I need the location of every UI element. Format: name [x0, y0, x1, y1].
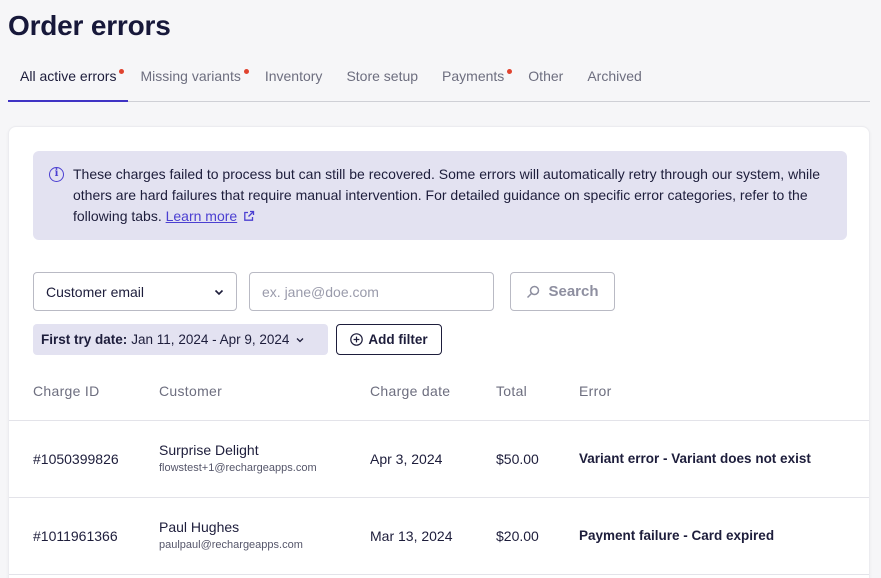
info-icon: i: [49, 167, 64, 182]
page-title: Order errors: [8, 10, 171, 41]
chevron-down-icon: [214, 289, 224, 295]
search-button[interactable]: Search: [510, 272, 615, 311]
external-link-icon[interactable]: [243, 210, 255, 222]
table-row[interactable]: #1050399826 Surprise Delight flowstest+1…: [9, 421, 869, 498]
notification-dot: [119, 69, 125, 74]
add-filter-button[interactable]: Add filter: [336, 324, 442, 355]
error-message: Variant error - Variant does not exist: [579, 451, 811, 466]
tab-bar: All active errors Missing variants Inven…: [8, 62, 870, 102]
date-filter-chip[interactable]: First try date: Jan 11, 2024 - Apr 9, 20…: [33, 324, 328, 355]
search-by-select[interactable]: Customer email: [33, 272, 237, 311]
tab-inventory[interactable]: Inventory: [253, 62, 335, 102]
notification-dot: [243, 69, 249, 74]
tab-label: Other: [528, 68, 564, 84]
tab-store-setup[interactable]: Store setup: [334, 62, 430, 102]
date-filter-label: First try date:: [41, 332, 128, 347]
errors-card: i These charges failed to process but ca…: [8, 126, 870, 578]
charge-date: Mar 13, 2024: [370, 528, 453, 544]
customer-cell: Paul Hughes paulpaul@rechargeapps.com: [159, 519, 303, 551]
add-filter-label: Add filter: [368, 332, 428, 347]
tab-label: Inventory: [264, 68, 323, 84]
column-header-charge-id[interactable]: Charge ID: [33, 383, 100, 399]
table-header: Charge ID Customer Charge date Total Err…: [9, 371, 869, 421]
charge-total: $50.00: [496, 451, 539, 467]
column-header-customer[interactable]: Customer: [159, 383, 222, 399]
customer-name[interactable]: Paul Hughes: [159, 519, 303, 535]
info-banner: i These charges failed to process but ca…: [33, 151, 847, 240]
customer-email: paulpaul@rechargeapps.com: [159, 539, 303, 551]
charge-date: Apr 3, 2024: [370, 451, 443, 467]
tab-missing-variants[interactable]: Missing variants: [128, 62, 252, 102]
charge-id[interactable]: #1050399826: [33, 451, 119, 467]
learn-more-link[interactable]: Learn more: [166, 208, 238, 224]
chevron-down-icon: [296, 337, 304, 342]
tab-payments[interactable]: Payments: [430, 62, 516, 102]
column-header-charge-date[interactable]: Charge date: [370, 383, 450, 399]
notification-dot: [507, 69, 513, 74]
error-message: Payment failure - Card expired: [579, 528, 775, 543]
customer-email: flowstest+1@rechargeapps.com: [159, 462, 317, 474]
date-filter-value: Jan 11, 2024 - Apr 9, 2024: [131, 332, 290, 347]
tab-label: Missing variants: [140, 68, 241, 84]
tab-label: Store setup: [346, 68, 419, 84]
tab-label: Archived: [587, 68, 642, 84]
tab-label: Payments: [442, 68, 505, 84]
tab-label: All active errors: [20, 68, 117, 84]
tab-archived[interactable]: Archived: [575, 62, 653, 102]
customer-name[interactable]: Surprise Delight: [159, 442, 317, 458]
table-row[interactable]: #1011961366 Paul Hughes paulpaul@recharg…: [9, 498, 869, 575]
column-header-total[interactable]: Total: [496, 383, 527, 399]
plus-circle-icon: [350, 333, 364, 346]
charge-id[interactable]: #1011961366: [33, 528, 118, 544]
search-by-value: Customer email: [46, 283, 145, 300]
tab-other[interactable]: Other: [516, 62, 575, 102]
column-header-error[interactable]: Error: [579, 383, 612, 399]
tab-all-active-errors[interactable]: All active errors: [8, 62, 129, 102]
customer-email-input[interactable]: [249, 272, 494, 311]
customer-cell: Surprise Delight flowstest+1@rechargeapp…: [159, 442, 317, 474]
charge-total: $20.00: [496, 528, 539, 544]
search-button-label: Search: [548, 283, 599, 300]
search-icon: [527, 285, 540, 298]
